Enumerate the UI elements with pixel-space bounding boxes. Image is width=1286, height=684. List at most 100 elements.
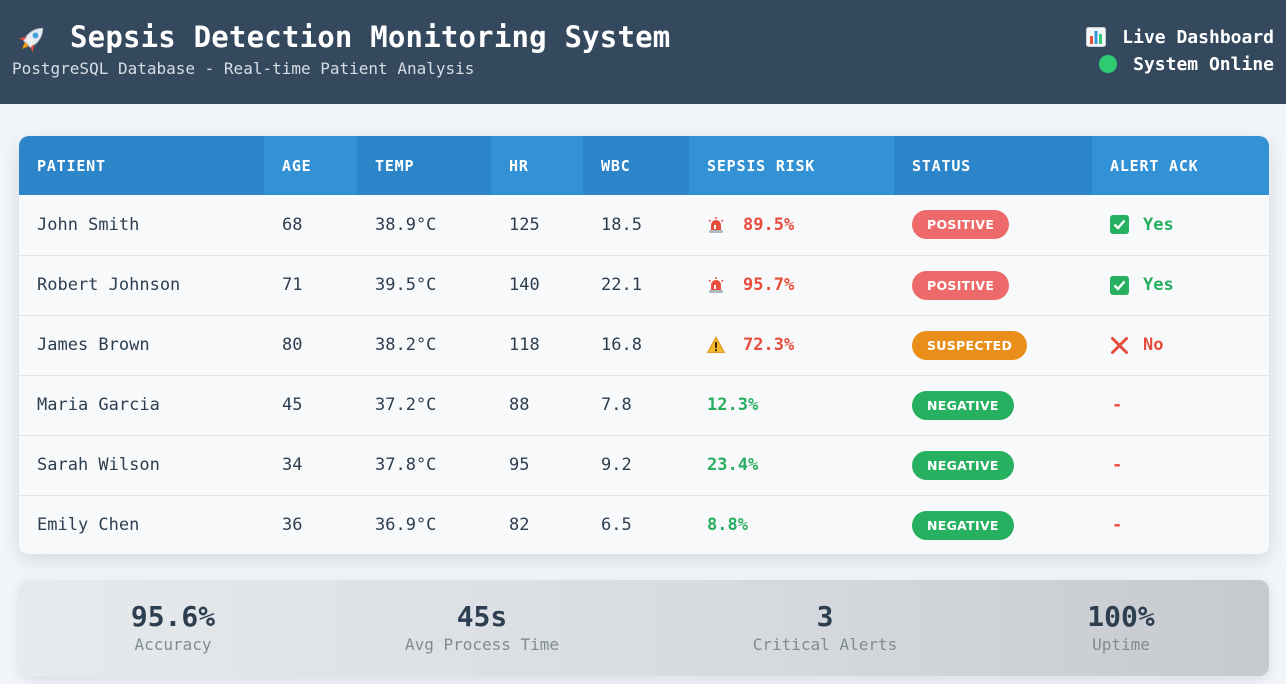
- hr-cell: 125: [491, 195, 583, 255]
- sepsis-risk-value: 23.4%: [707, 455, 759, 475]
- header-status-area: Live Dashboard System Online: [1086, 24, 1274, 77]
- checkbox-icon: [1110, 215, 1129, 235]
- status-badge: POSITIVE: [912, 210, 1010, 240]
- alert-ack-cell[interactable]: No: [1092, 314, 1269, 375]
- wbc-cell: 6.5: [583, 494, 689, 554]
- status-badge: SUSPECTED: [912, 330, 1028, 360]
- status-dot-icon: [1099, 55, 1118, 73]
- temp-cell: 39.5°C: [357, 254, 491, 315]
- stat-label: Critical Alerts: [752, 635, 898, 654]
- live-dashboard-indicator[interactable]: Live Dashboard: [1086, 24, 1274, 50]
- page-title: Sepsis Detection Monitoring System: [70, 20, 671, 54]
- hr-cell: 82: [491, 494, 583, 554]
- patient-table-card: PATIENT AGE TEMP HR WBC SEPSIS RISK STATUS ALER…: [19, 136, 1269, 554]
- stat-critical-alerts: 3 Critical Alerts: [705, 600, 945, 654]
- stat-label: Uptime: [1092, 635, 1150, 654]
- stat-label: Accuracy: [134, 635, 212, 654]
- stat-value: 95.6%: [130, 600, 216, 633]
- patient-name-cell[interactable]: James Brown: [19, 314, 264, 375]
- cross-icon: [1110, 336, 1129, 355]
- alert-ack-cell[interactable]: -: [1092, 434, 1269, 495]
- patient-name-cell[interactable]: Emily Chen: [19, 494, 264, 554]
- wbc-cell: 18.5: [583, 195, 689, 255]
- status-cell: NEGATIVE: [894, 434, 1092, 495]
- age-cell: 71: [264, 254, 357, 315]
- hr-cell: 140: [491, 254, 583, 315]
- temp-cell: 38.2°C: [357, 314, 491, 375]
- status-badge: NEGATIVE: [912, 510, 1014, 540]
- table-row[interactable]: Robert Johnson 71 39.5°C 140 22.1 95.7% POSITI…: [19, 254, 1269, 315]
- age-cell: 68: [264, 195, 357, 255]
- siren-icon: [707, 276, 725, 294]
- status-cell: NEGATIVE: [894, 374, 1092, 435]
- wbc-cell: 22.1: [583, 254, 689, 315]
- status-cell: POSITIVE: [894, 254, 1092, 315]
- alert-ack-cell[interactable]: -: [1092, 494, 1269, 554]
- column-header-wbc[interactable]: WBC: [583, 136, 689, 195]
- alert-ack-cell[interactable]: -: [1092, 374, 1269, 435]
- status-cell: POSITIVE: [894, 195, 1092, 255]
- checkbox-icon: [1110, 275, 1129, 295]
- app-header: Sepsis Detection Monitoring System Postg…: [0, 0, 1286, 104]
- table-header-row: PATIENT AGE TEMP HR WBC SEPSIS RISK STATUS ALER…: [19, 136, 1269, 195]
- patient-name-cell[interactable]: Sarah Wilson: [19, 434, 264, 495]
- table-row[interactable]: Sarah Wilson 34 37.8°C 95 9.2 23.4% NEGATIVE -: [19, 434, 1269, 495]
- status-badge: NEGATIVE: [912, 390, 1014, 420]
- table-body: John Smith 68 38.9°C 125 18.5 89.5% POSITIVE Ye…: [19, 195, 1269, 554]
- wbc-cell: 7.8: [583, 374, 689, 435]
- age-cell: 34: [264, 434, 357, 495]
- column-header-alert-ack[interactable]: ALERT ACK: [1092, 136, 1269, 195]
- sepsis-risk-value: 89.5%: [743, 214, 795, 235]
- sepsis-risk-value: 8.8%: [707, 515, 748, 536]
- table-row[interactable]: Maria Garcia 45 37.2°C 88 7.8 12.3% NEGATIVE -: [19, 374, 1269, 435]
- stat-value: 100%: [1087, 600, 1155, 633]
- warning-icon: [706, 336, 726, 354]
- patient-name-cell[interactable]: Maria Garcia: [19, 374, 264, 435]
- page-subtitle: PostgreSQL Database - Real-time Patient …: [12, 59, 475, 78]
- stat-value: 3: [816, 600, 834, 633]
- stat-value: 45s: [456, 600, 508, 633]
- alert-ack-value: -: [1112, 395, 1123, 415]
- column-header-temp[interactable]: TEMP: [357, 136, 491, 195]
- sepsis-risk-cell: 72.3%: [689, 314, 894, 375]
- table-row[interactable]: John Smith 68 38.9°C 125 18.5 89.5% POSITIVE Ye…: [19, 195, 1269, 255]
- bar-chart-icon: [1086, 27, 1107, 47]
- patient-name-cell[interactable]: John Smith: [19, 195, 264, 255]
- table-row[interactable]: Emily Chen 36 36.9°C 82 6.5 8.8% NEGATIVE -: [19, 494, 1269, 554]
- sepsis-risk-value: 72.3%: [743, 335, 795, 355]
- system-status-indicator: System Online: [1086, 51, 1274, 77]
- column-header-age[interactable]: AGE: [264, 136, 357, 195]
- age-cell: 36: [264, 494, 357, 554]
- hr-cell: 118: [491, 314, 583, 375]
- table-row[interactable]: James Brown 80 38.2°C 118 16.8 72.3% SUSPECTED…: [19, 314, 1269, 375]
- alert-ack-value: Yes: [1143, 275, 1174, 295]
- sepsis-risk-cell: 23.4%: [689, 434, 894, 495]
- stat-accuracy: 95.6% Accuracy: [53, 600, 293, 654]
- patient-name-cell[interactable]: Robert Johnson: [19, 254, 264, 315]
- sepsis-risk-value: 12.3%: [707, 395, 759, 415]
- sepsis-risk-value: 95.7%: [743, 275, 795, 295]
- alert-ack-cell[interactable]: Yes: [1092, 254, 1269, 315]
- column-header-status[interactable]: STATUS: [894, 136, 1092, 195]
- live-dashboard-label: Live Dashboard: [1122, 26, 1274, 48]
- status-cell: SUSPECTED: [894, 314, 1092, 375]
- alert-ack-value: -: [1112, 455, 1123, 475]
- patient-table: PATIENT AGE TEMP HR WBC SEPSIS RISK STATUS ALER…: [19, 136, 1269, 554]
- alert-ack-cell[interactable]: Yes: [1092, 195, 1269, 255]
- rocket-icon: [14, 22, 50, 56]
- siren-icon: [707, 216, 725, 234]
- alert-ack-value: -: [1112, 515, 1123, 536]
- sepsis-risk-cell: 12.3%: [689, 374, 894, 435]
- temp-cell: 37.2°C: [357, 374, 491, 435]
- column-header-hr[interactable]: HR: [491, 136, 583, 195]
- stats-panel: 95.6% Accuracy 45s Avg Process Time 3 Critica…: [19, 580, 1269, 676]
- hr-cell: 88: [491, 374, 583, 435]
- hr-cell: 95: [491, 434, 583, 495]
- stat-uptime: 100% Uptime: [1001, 600, 1241, 654]
- alert-ack-value: Yes: [1143, 214, 1174, 235]
- age-cell: 80: [264, 314, 357, 375]
- column-header-sepsis-risk[interactable]: SEPSIS RISK: [689, 136, 894, 195]
- temp-cell: 36.9°C: [357, 494, 491, 554]
- alert-ack-value: No: [1143, 335, 1164, 355]
- column-header-patient[interactable]: PATIENT: [19, 136, 264, 195]
